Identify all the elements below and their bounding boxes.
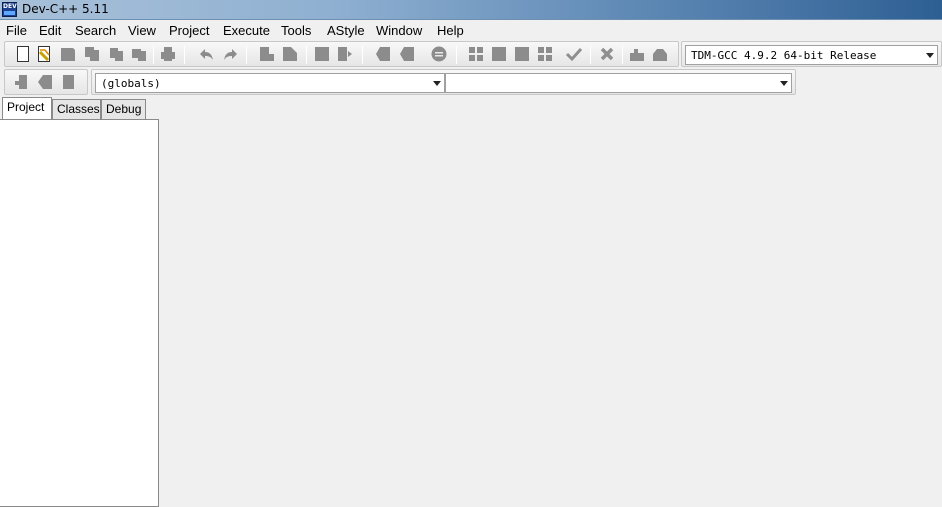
app-icon: DEV bbox=[2, 2, 17, 17]
open-project-icon[interactable] bbox=[36, 46, 52, 62]
find-next-icon[interactable] bbox=[314, 46, 330, 62]
rebuild-all-icon[interactable] bbox=[537, 46, 553, 62]
tab-project[interactable]: Project bbox=[2, 97, 52, 119]
menu-view[interactable]: View bbox=[128, 23, 156, 38]
editor-area[interactable] bbox=[160, 97, 942, 507]
class-browser-toolbar: (globals) bbox=[91, 69, 796, 95]
stop-execution-icon[interactable] bbox=[599, 46, 615, 62]
close-file-icon[interactable] bbox=[108, 46, 124, 62]
tab-classes[interactable]: Classes bbox=[52, 99, 101, 119]
redo-icon[interactable] bbox=[222, 46, 238, 62]
compiler-select-value: TDM-GCC 4.9.2 64-bit Release bbox=[691, 49, 877, 62]
toolbar-separator bbox=[306, 46, 307, 64]
compiler-toolbar: TDM-GCC 4.9.2 64-bit Release bbox=[681, 41, 942, 67]
run-icon[interactable] bbox=[491, 46, 507, 62]
menu-search[interactable]: Search bbox=[75, 23, 116, 38]
chevron-down-icon[interactable] bbox=[926, 53, 934, 58]
compiler-select[interactable]: TDM-GCC 4.9.2 64-bit Release bbox=[685, 45, 938, 65]
close-all-icon[interactable] bbox=[131, 46, 147, 62]
menu-file[interactable]: File bbox=[6, 23, 27, 38]
menu-edit[interactable]: Edit bbox=[39, 23, 61, 38]
window-title: Dev-C++ 5.11 bbox=[22, 2, 109, 16]
compile-icon[interactable] bbox=[468, 46, 484, 62]
debug-icon[interactable] bbox=[652, 46, 668, 62]
project-toolbar bbox=[4, 69, 88, 95]
toolbar-separator bbox=[590, 46, 591, 64]
tab-debug[interactable]: Debug bbox=[101, 99, 146, 119]
title-bar: DEV Dev-C++ 5.11 bbox=[0, 0, 942, 20]
menu-bar: File Edit Search View Project Execute To… bbox=[0, 20, 942, 41]
goto-line-icon[interactable] bbox=[337, 46, 353, 62]
main-toolbar bbox=[4, 41, 679, 67]
toolbar-separator bbox=[622, 46, 623, 64]
toolbar-separator bbox=[362, 46, 363, 64]
syntax-check-icon[interactable] bbox=[566, 46, 582, 62]
scope-select-value: (globals) bbox=[101, 77, 161, 90]
menu-window[interactable]: Window bbox=[376, 23, 422, 38]
toolbar-separator bbox=[184, 46, 185, 64]
add-to-project-icon[interactable] bbox=[37, 74, 53, 90]
chevron-down-icon[interactable] bbox=[780, 81, 788, 86]
indent-icon[interactable] bbox=[375, 46, 391, 62]
save-icon[interactable] bbox=[60, 46, 76, 62]
print-icon[interactable] bbox=[160, 46, 176, 62]
toolbar-separator bbox=[153, 46, 154, 64]
find-icon[interactable] bbox=[259, 46, 275, 62]
menu-tools[interactable]: Tools bbox=[281, 23, 311, 38]
compile-run-icon[interactable] bbox=[514, 46, 530, 62]
chevron-down-icon[interactable] bbox=[433, 81, 441, 86]
replace-icon[interactable] bbox=[282, 46, 298, 62]
menu-astyle[interactable]: AStyle bbox=[327, 23, 365, 38]
toggle-comment-icon[interactable] bbox=[431, 46, 447, 62]
menu-execute[interactable]: Execute bbox=[223, 23, 270, 38]
menu-project[interactable]: Project bbox=[169, 23, 209, 38]
scope-select[interactable]: (globals) bbox=[95, 73, 445, 93]
save-all-icon[interactable] bbox=[84, 46, 100, 62]
remove-from-project-icon[interactable] bbox=[61, 74, 77, 90]
app-icon-text: DEV bbox=[3, 3, 17, 10]
new-file-icon[interactable] bbox=[15, 46, 31, 62]
member-select[interactable] bbox=[445, 73, 792, 93]
toolbar-separator bbox=[456, 46, 457, 64]
toolbar-separator bbox=[246, 46, 247, 64]
unindent-icon[interactable] bbox=[399, 46, 415, 62]
new-project-file-icon[interactable] bbox=[13, 74, 29, 90]
menu-help[interactable]: Help bbox=[437, 23, 464, 38]
project-browser-panel[interactable] bbox=[0, 119, 159, 507]
undo-icon[interactable] bbox=[199, 46, 215, 62]
profile-icon[interactable] bbox=[629, 46, 645, 62]
